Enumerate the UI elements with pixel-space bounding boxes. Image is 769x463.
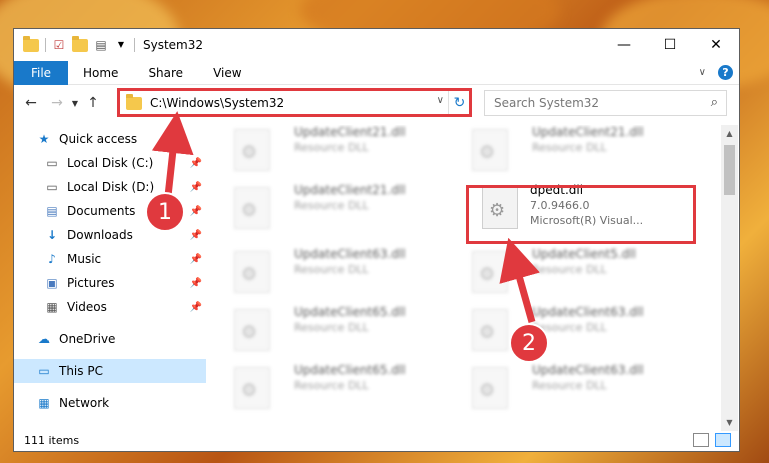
callout-1: 1 xyxy=(145,192,185,232)
arrow-to-dpedt-file xyxy=(499,237,540,323)
arrow-to-address-bar xyxy=(151,111,194,197)
annotation-arrows xyxy=(151,111,540,323)
callout-2: 2 xyxy=(509,323,549,363)
